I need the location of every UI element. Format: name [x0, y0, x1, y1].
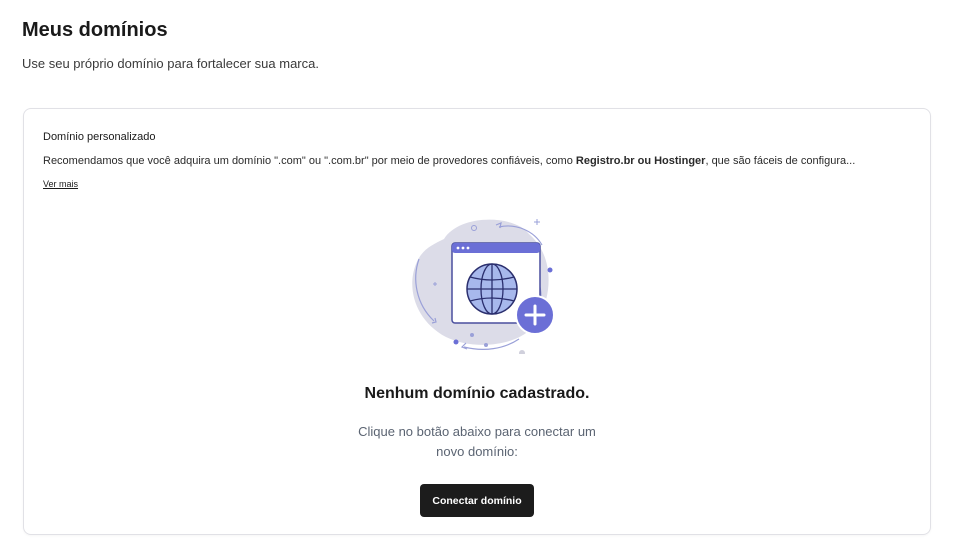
globe-browser-add-icon [404, 209, 571, 356]
empty-state-title: Nenhum domínio cadastrado. [364, 385, 590, 402]
empty-state-description: Clique no botão abaixo para conectar um … [358, 424, 596, 459]
see-more-link[interactable]: Ver mais [43, 179, 78, 189]
page-subtitle: Use seu próprio domínio para fortalecer … [22, 56, 319, 71]
page-title: Meus domínios [22, 19, 168, 41]
description-suffix: , que são fáceis de configura... [705, 155, 856, 167]
card-title: Domínio personalizado [43, 131, 156, 143]
description-providers: Registro.br ou Hostinger [575, 155, 706, 167]
description-text: Recomendamos que você adquira um domínio… [43, 155, 576, 167]
card-description: Recomendamos que você adquira um domínio… [43, 155, 913, 167]
custom-domain-card: Domínio personalizado Recomendamos que v… [23, 108, 931, 535]
connect-domain-button[interactable]: Conectar domínio [420, 484, 534, 517]
